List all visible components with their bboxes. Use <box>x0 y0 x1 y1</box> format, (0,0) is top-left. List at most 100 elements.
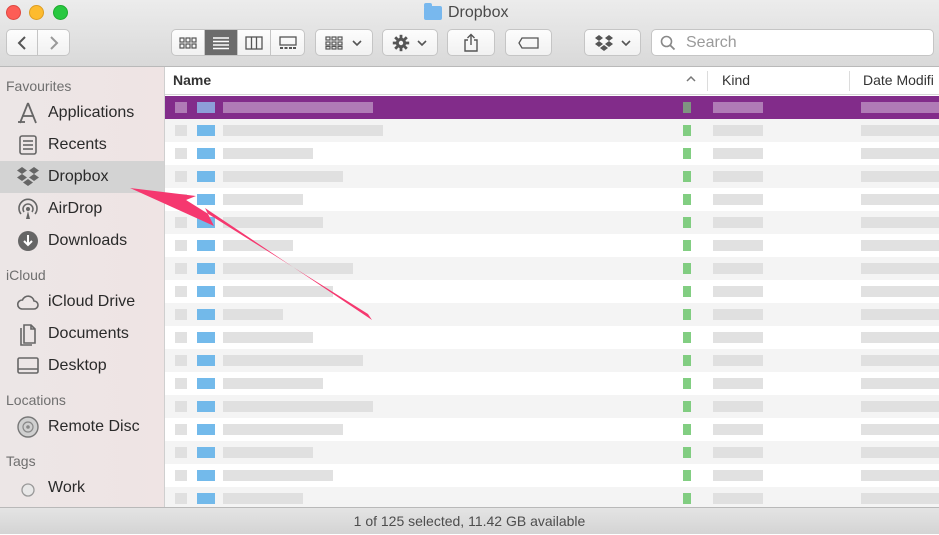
sidebar-item-label: AirDrop <box>48 200 103 217</box>
table-row[interactable] <box>165 441 939 464</box>
back-button[interactable] <box>7 30 39 55</box>
blurred-cell <box>197 217 215 228</box>
blurred-cell <box>223 240 293 251</box>
close-window-button[interactable] <box>6 5 21 20</box>
sidebar-item-downloads[interactable]: Downloads <box>0 225 164 257</box>
blurred-cell <box>713 309 763 320</box>
sidebar-item-label: Downloads <box>48 232 128 249</box>
table-row[interactable] <box>165 211 939 234</box>
blurred-cell <box>713 355 763 366</box>
table-row[interactable] <box>165 96 939 119</box>
group-button[interactable] <box>315 29 373 56</box>
sidebar-item-applications[interactable]: Applications <box>0 97 164 129</box>
sidebar-item-remote-disc[interactable]: Remote Disc <box>0 411 164 443</box>
blurred-cell <box>197 240 215 251</box>
table-row[interactable] <box>165 257 939 280</box>
blurred-cell <box>683 447 691 458</box>
table-row[interactable] <box>165 234 939 257</box>
blurred-cell <box>861 401 939 412</box>
blurred-cell <box>223 263 353 274</box>
file-list[interactable] <box>165 96 939 507</box>
column-divider[interactable] <box>707 71 708 91</box>
column-view-button[interactable] <box>238 30 271 55</box>
table-row[interactable] <box>165 142 939 165</box>
table-row[interactable] <box>165 280 939 303</box>
tag-icon <box>517 36 539 49</box>
gallery-view-button[interactable] <box>271 30 304 55</box>
zoom-window-button[interactable] <box>53 5 68 20</box>
search-field[interactable] <box>651 29 934 56</box>
table-row[interactable] <box>165 119 939 142</box>
edit-tags-button[interactable] <box>505 29 552 56</box>
column-header-date-modified[interactable]: Date Modifi <box>863 67 934 94</box>
table-row[interactable] <box>165 303 939 326</box>
blurred-cell <box>861 332 939 343</box>
blurred-cell <box>683 263 691 274</box>
sidebar-item-tag-work[interactable]: Work <box>0 472 164 504</box>
blurred-cell <box>861 148 939 159</box>
table-row[interactable] <box>165 464 939 487</box>
table-row[interactable] <box>165 188 939 211</box>
sidebar-item-icloud-drive[interactable]: iCloud Drive <box>0 286 164 318</box>
column-header-kind[interactable]: Kind <box>722 67 750 94</box>
tag-dot-icon <box>21 483 35 497</box>
grid-icon <box>179 36 197 49</box>
table-row[interactable] <box>165 418 939 441</box>
minimize-window-button[interactable] <box>29 5 44 20</box>
blurred-cell <box>197 470 215 481</box>
sidebar-item-label: Work <box>48 479 86 496</box>
search-input[interactable] <box>684 32 928 53</box>
sidebar-item-label: Applications <box>48 104 135 121</box>
table-row[interactable] <box>165 487 939 507</box>
blurred-cell <box>197 332 215 343</box>
sidebar-item-label: Documents <box>48 325 129 342</box>
blurred-cell <box>175 240 187 251</box>
chevron-down-icon <box>352 39 362 46</box>
dropbox-menu-button[interactable] <box>584 29 641 56</box>
sidebar-item-desktop[interactable]: Desktop <box>0 350 164 382</box>
blurred-cell <box>197 125 215 136</box>
blurred-cell <box>175 102 187 113</box>
list-view-button[interactable] <box>205 30 238 55</box>
share-button[interactable] <box>447 29 495 56</box>
downloads-icon <box>18 231 38 251</box>
table-row[interactable] <box>165 165 939 188</box>
blurred-cell <box>713 102 763 113</box>
sidebar-item-label: Dropbox <box>48 168 109 185</box>
blurred-cell <box>223 332 313 343</box>
blurred-cell <box>197 447 215 458</box>
blurred-cell <box>713 378 763 389</box>
sidebar-item-dropbox[interactable]: Dropbox <box>0 161 164 193</box>
column-header-name[interactable]: Name <box>173 67 211 94</box>
gear-icon <box>392 34 410 51</box>
sidebar-item-label: iCloud Drive <box>48 293 136 310</box>
action-menu-button[interactable] <box>382 29 438 56</box>
blurred-cell <box>683 424 691 435</box>
column-divider[interactable] <box>849 71 850 91</box>
table-row[interactable] <box>165 326 939 349</box>
chevron-up-icon <box>686 75 696 82</box>
blurred-cell <box>223 355 363 366</box>
blurred-cell <box>175 217 187 228</box>
sidebar-item-recents[interactable]: Recents <box>0 129 164 161</box>
blurred-cell <box>861 125 939 136</box>
table-row[interactable] <box>165 349 939 372</box>
blurred-cell <box>175 355 187 366</box>
blurred-cell <box>175 378 187 389</box>
table-row[interactable] <box>165 372 939 395</box>
group-grid-icon <box>325 35 343 50</box>
forward-button[interactable] <box>38 30 69 55</box>
blurred-cell <box>683 493 691 504</box>
blurred-cell <box>861 263 939 274</box>
sidebar-section-icloud: iCloud <box>6 267 46 283</box>
sidebar-item-airdrop[interactable]: AirDrop <box>0 193 164 225</box>
blurred-cell <box>197 263 215 274</box>
blurred-cell <box>223 148 313 159</box>
blurred-cell <box>197 286 215 297</box>
blurred-cell <box>197 171 215 182</box>
icon-view-button[interactable] <box>172 30 205 55</box>
blurred-cell <box>683 240 691 251</box>
blurred-cell <box>223 401 373 412</box>
sidebar-item-documents[interactable]: Documents <box>0 318 164 350</box>
table-row[interactable] <box>165 395 939 418</box>
